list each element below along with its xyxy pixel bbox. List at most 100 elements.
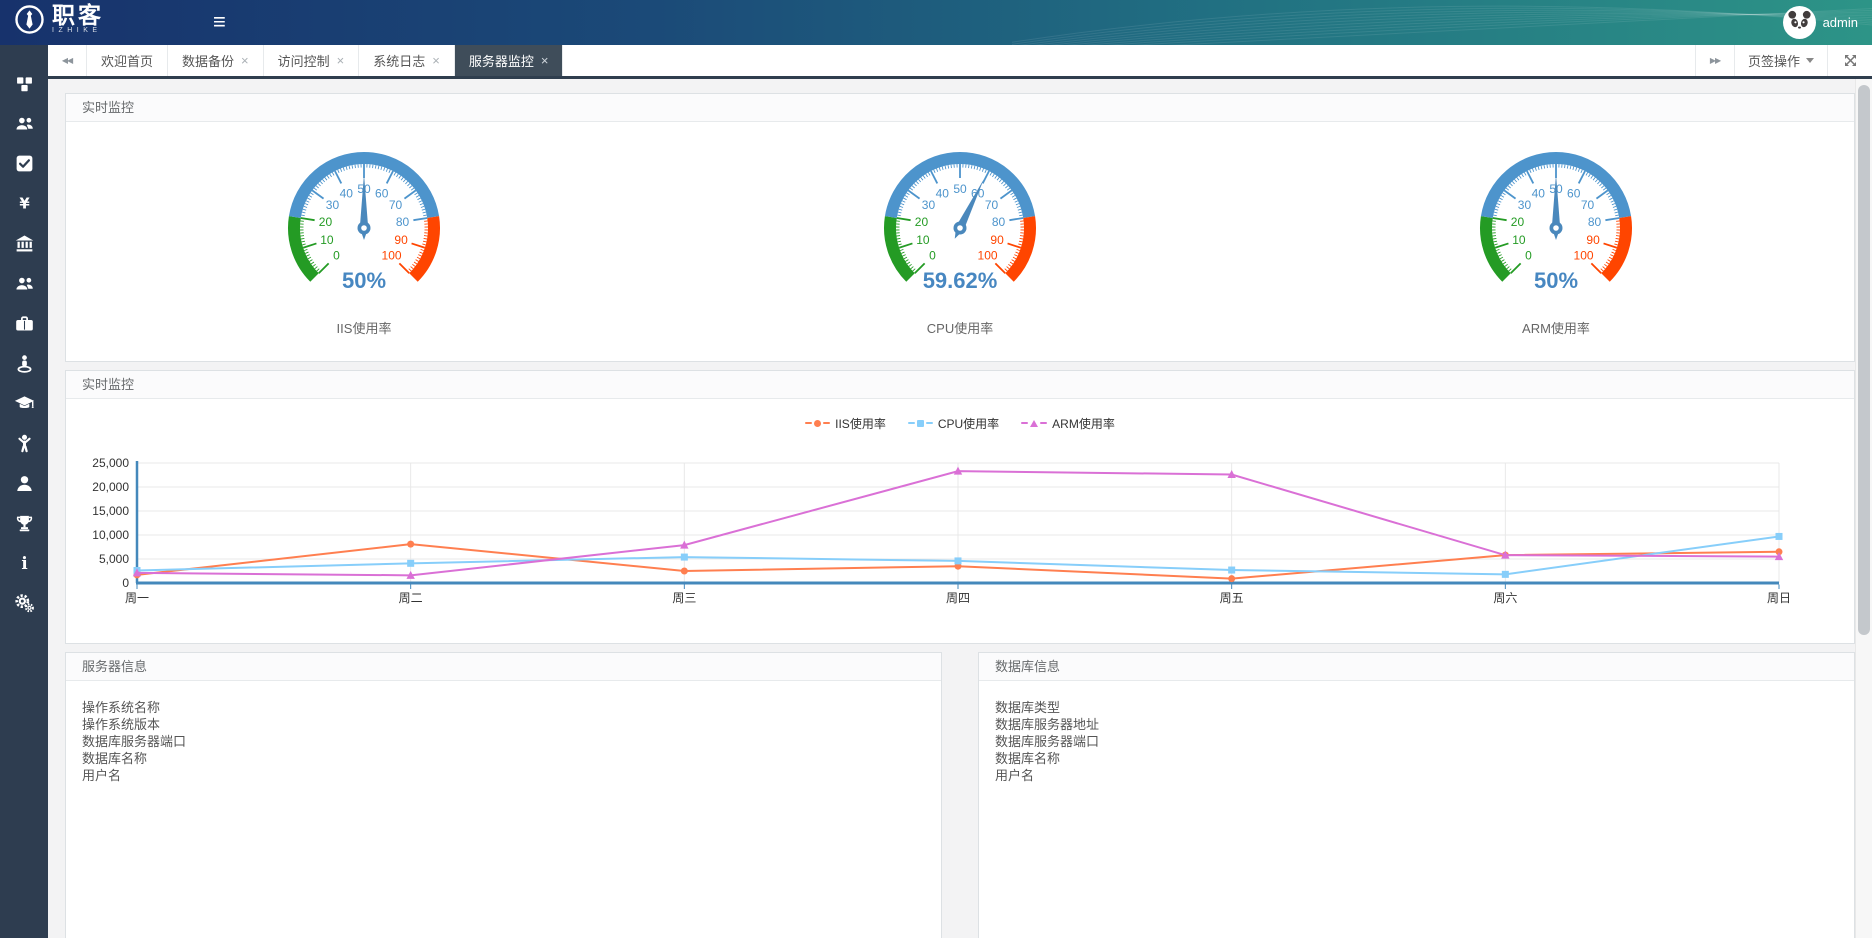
server-info-title: 服务器信息 bbox=[66, 653, 941, 681]
gauge-chart: 010203040506070809010059.62% bbox=[860, 136, 1060, 296]
user-menu[interactable]: admin bbox=[1783, 0, 1858, 45]
server-info-item: 操作系统名称 bbox=[82, 699, 925, 716]
brand-logo[interactable]: 职客 IZHIKE bbox=[14, 3, 104, 35]
svg-text:40: 40 bbox=[936, 186, 950, 200]
tab-label: 服务器监控 bbox=[469, 51, 534, 70]
db-info-panel: 数据库信息 数据库类型数据库服务器地址数据库服务器端口数据库名称用户名 bbox=[978, 652, 1855, 938]
svg-text:20: 20 bbox=[319, 215, 333, 229]
sidebar-item-users[interactable] bbox=[0, 103, 48, 143]
gauge-value: 59.62% bbox=[923, 268, 998, 293]
legend-item-CPU使用率[interactable]: CPU使用率 bbox=[908, 415, 999, 432]
brand-name: 职客 bbox=[52, 3, 104, 27]
legend-label: IIS使用率 bbox=[835, 415, 886, 432]
scroll-tabs-left-button[interactable]: ◀◀ bbox=[48, 45, 87, 76]
gauge-value: 50% bbox=[1534, 268, 1578, 293]
fullscreen-icon bbox=[1844, 54, 1857, 67]
svg-text:周二: 周二 bbox=[399, 591, 423, 605]
svg-text:80: 80 bbox=[396, 215, 410, 229]
sidebar-item-street-view[interactable] bbox=[0, 343, 48, 383]
menu-toggle-button[interactable]: ≡ bbox=[205, 0, 234, 45]
gauge-title: CPU使用率 bbox=[927, 318, 993, 337]
sidebar-item-graduation-cap[interactable] bbox=[0, 383, 48, 423]
tab-数据备份[interactable]: 数据备份× bbox=[168, 45, 264, 76]
graduation-cap-icon bbox=[14, 393, 35, 414]
tab-label: 欢迎首页 bbox=[101, 51, 153, 70]
db-info-list: 数据库类型数据库服务器地址数据库服务器端口数据库名称用户名 bbox=[979, 681, 1854, 784]
child-icon bbox=[14, 433, 35, 454]
svg-text:0: 0 bbox=[122, 576, 129, 590]
cubes-icon bbox=[14, 73, 35, 94]
gauge-chart: 010203040506070809010050% bbox=[1456, 136, 1656, 296]
sidebar-item-cubes[interactable] bbox=[0, 63, 48, 103]
sidebar-item-team[interactable] bbox=[0, 263, 48, 303]
scrollbar-thumb[interactable] bbox=[1858, 85, 1870, 635]
db-info-item: 数据库名称 bbox=[995, 750, 1838, 767]
gauge-IIS使用率: 010203040506070809010050%IIS使用率 bbox=[66, 122, 662, 337]
svg-text:10: 10 bbox=[320, 233, 334, 247]
tabbar-spacer bbox=[563, 45, 1695, 76]
trophy-icon bbox=[14, 513, 35, 534]
check-square-icon bbox=[14, 153, 35, 174]
tab-系统日志[interactable]: 系统日志× bbox=[359, 45, 455, 76]
double-right-icon: ▶▶ bbox=[1710, 56, 1720, 65]
svg-text:15,000: 15,000 bbox=[92, 504, 129, 518]
legend-triangle-marker bbox=[1030, 420, 1038, 427]
server-info-item: 数据库服务器端口 bbox=[82, 733, 925, 750]
svg-text:80: 80 bbox=[1588, 215, 1602, 229]
sidebar-item-gears[interactable] bbox=[0, 583, 48, 623]
gauge-chart: 010203040506070809010050% bbox=[264, 136, 464, 296]
svg-text:30: 30 bbox=[326, 198, 340, 212]
fullscreen-button[interactable] bbox=[1827, 45, 1872, 76]
svg-text:0: 0 bbox=[929, 249, 936, 263]
legend-item-IIS使用率[interactable]: IIS使用率 bbox=[805, 415, 886, 432]
svg-text:周五: 周五 bbox=[1220, 591, 1244, 605]
svg-text:80: 80 bbox=[992, 215, 1006, 229]
db-info-item: 数据库服务器端口 bbox=[995, 733, 1838, 750]
scroll-tabs-right-button[interactable]: ▶▶ bbox=[1695, 45, 1734, 76]
sidebar-item-briefcase[interactable] bbox=[0, 303, 48, 343]
tab-访问控制[interactable]: 访问控制 × bbox=[264, 45, 360, 76]
gears-icon bbox=[14, 593, 35, 614]
legend-item-ARM使用率[interactable]: ARM使用率 bbox=[1021, 415, 1115, 432]
svg-text:i: i bbox=[21, 553, 27, 573]
sidebar-item-yuan[interactable]: ¥ bbox=[0, 183, 48, 223]
sidebar-item-check-square[interactable] bbox=[0, 143, 48, 183]
sidebar-item-trophy[interactable] bbox=[0, 503, 48, 543]
svg-text:30: 30 bbox=[922, 198, 936, 212]
top-navbar: 职客 IZHIKE ≡ admin bbox=[0, 0, 1872, 45]
legend-dash bbox=[926, 422, 933, 424]
chart-panel: 实时监控 IIS使用率CPU使用率ARM使用率 05,00010,00015,0… bbox=[65, 370, 1855, 644]
svg-text:周日: 周日 bbox=[1767, 591, 1791, 605]
legend-dash bbox=[805, 422, 812, 424]
svg-text:100: 100 bbox=[978, 249, 998, 263]
svg-text:20,000: 20,000 bbox=[92, 480, 129, 494]
tab-list: 欢迎首页数据备份×访问控制×系统日志×服务器监控× bbox=[87, 45, 563, 76]
sidebar-item-bank[interactable] bbox=[0, 223, 48, 263]
tab-operations-dropdown[interactable]: 页签操作 bbox=[1734, 45, 1827, 76]
gauge-value: 50% bbox=[342, 268, 386, 293]
menu-icon: ≡ bbox=[213, 9, 226, 34]
close-icon[interactable]: × bbox=[541, 54, 549, 67]
svg-text:10,000: 10,000 bbox=[92, 528, 129, 542]
main-content: 实时监控 010203040506070809010050% IIS使用率 0 10 2… bbox=[48, 79, 1872, 938]
chart-panel-title: 实时监控 bbox=[66, 371, 1854, 399]
tab-服务器监控[interactable]: 服务器监控 × bbox=[455, 45, 564, 76]
server-info-item: 操作系统版本 bbox=[82, 716, 925, 733]
info-icon: i bbox=[14, 553, 35, 574]
tab-label: 访问控制 bbox=[278, 51, 330, 70]
sidebar-item-user[interactable] bbox=[0, 463, 48, 503]
db-info-item: 数据库服务器地址 bbox=[995, 716, 1838, 733]
sidebar-item-child[interactable] bbox=[0, 423, 48, 463]
legend-dash bbox=[1021, 422, 1028, 424]
sidebar-item-info[interactable]: i bbox=[0, 543, 48, 583]
user-icon bbox=[14, 473, 35, 494]
tab-欢迎首页[interactable]: 欢迎首页 bbox=[87, 45, 168, 76]
server-info-panel: 服务器信息 操作系统名称操作系统版本数据库服务器端口数据库名称用户名 bbox=[65, 652, 942, 938]
close-icon[interactable]: × bbox=[337, 54, 345, 67]
chart-legend: IIS使用率 CPU使用率 ARM使用率 bbox=[66, 415, 1854, 431]
svg-text:0: 0 bbox=[333, 249, 340, 263]
close-icon[interactable]: × bbox=[241, 54, 249, 67]
server-info-list: 操作系统名称操作系统版本数据库服务器端口数据库名称用户名 bbox=[66, 681, 941, 784]
svg-text:周一: 周一 bbox=[125, 591, 149, 605]
close-icon[interactable]: × bbox=[432, 54, 440, 67]
